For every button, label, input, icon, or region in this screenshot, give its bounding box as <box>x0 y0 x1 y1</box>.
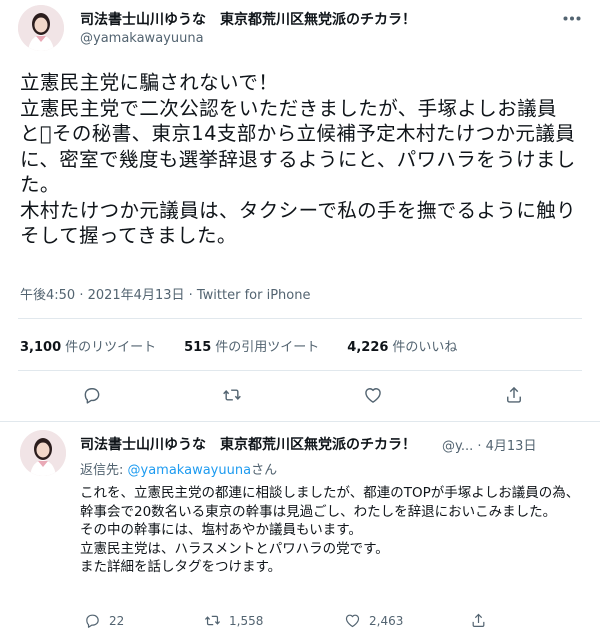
avatar-image <box>18 5 64 51</box>
main-tweet: 司法書士山川ゆうな 東京都荒川区無党派のチカラ！ @yamakawayuuna … <box>0 0 600 426</box>
display-name[interactable]: 司法書士山川ゆうな 東京都荒川区無党派のチカラ！ <box>80 9 416 29</box>
share-icon <box>472 613 485 627</box>
like-icon[interactable] <box>361 383 385 407</box>
reply-like-button[interactable]: 2,463 <box>344 612 403 629</box>
like-count-link[interactable]: 4,226 件のいいね <box>347 336 457 355</box>
retweet-count-link[interactable]: 3,100 件のリツイート <box>20 336 156 355</box>
user-handle[interactable]: @yamakawayuuna <box>80 31 204 46</box>
retweet-icon <box>204 615 221 626</box>
retweet-count-label: 件のリツイート <box>65 340 157 355</box>
tweet-meta[interactable]: 午後4:50 · 2021年4月13日 · Twitter for iPhone <box>20 284 310 303</box>
avatar[interactable] <box>18 5 64 51</box>
reply-icon[interactable] <box>80 383 104 407</box>
like-icon <box>345 614 360 628</box>
reply-count: 22 <box>109 613 125 628</box>
reply-icon <box>86 614 99 628</box>
retweet-icon[interactable] <box>220 383 244 407</box>
tweet-stats: 3,100 件のリツイート 515 件の引用ツイート 4,226 件のいいね <box>20 336 457 355</box>
tweet-separator <box>0 421 600 422</box>
reply-to-prefix: 返信先: <box>80 463 128 478</box>
like-count-label: 件のいいね <box>392 340 458 355</box>
divider <box>18 370 582 371</box>
reply-display-name[interactable]: 司法書士山川ゆうな 東京都荒川区無党派のチカラ！ <box>80 434 416 454</box>
like-count: 4,226 <box>347 340 389 355</box>
quote-count: 515 <box>184 340 212 355</box>
reply-retweet-button[interactable]: 1,558 <box>204 612 263 629</box>
reply-to-handle[interactable]: @yamakawayuuna <box>128 463 252 478</box>
retweet-count: 1,558 <box>229 613 264 628</box>
avatar-image <box>20 430 66 476</box>
divider <box>18 318 582 319</box>
like-count: 2,463 <box>369 613 404 628</box>
reply-share-button[interactable] <box>470 612 487 629</box>
reply-reply-button[interactable]: 22 <box>84 612 124 629</box>
quote-count-link[interactable]: 515 件の引用ツイート <box>184 336 319 355</box>
reply-to-suffix: さん <box>251 463 278 478</box>
retweet-count: 3,100 <box>20 340 62 355</box>
reply-to-line: 返信先: @yamakawayuunaさん <box>80 459 277 478</box>
share-icon[interactable] <box>502 383 526 407</box>
reply-text: これを、立憲民主党の都連に相談しましたが、都連のTOPが手塚よしお議員の為、幹事… <box>80 485 580 575</box>
more-options-icon[interactable] <box>560 10 584 26</box>
quote-count-label: 件の引用ツイート <box>215 340 320 355</box>
reply-avatar[interactable] <box>20 430 66 476</box>
reply-handle-date[interactable]: @y... · 4月13日 <box>442 435 536 454</box>
tweet-text: 立憲民主党に騙されないで！ 立憲民主党で二次公認をいただきましたが、手塚よしお議… <box>20 71 577 247</box>
